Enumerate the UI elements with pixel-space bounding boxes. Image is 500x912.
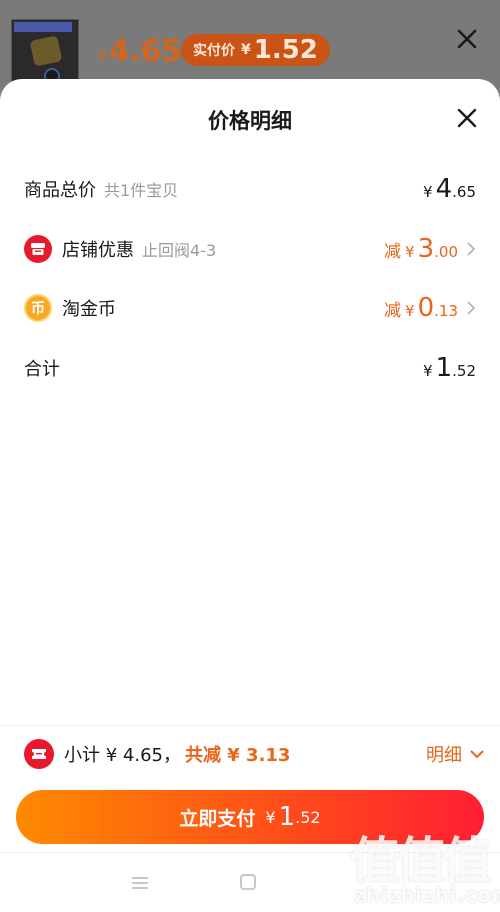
product-header-overlay: ¥4.65 实付价 ¥ 1.52 [0,0,500,90]
price-detail-sheet: 价格明细 商品总价 共1件宝贝 ¥ 4 .65 店铺优惠 止回阀4-3 减 ¥ … [0,79,500,912]
divider [0,725,500,726]
row-amount: ¥ 1 .52 [423,353,476,383]
product-price: ¥4.65 [98,34,182,69]
site-watermark: 值值值 zhizhizhi.com [350,821,500,912]
chevron-right-icon [467,242,476,256]
row-label: 商品总价 [24,180,96,201]
chevron-right-icon [467,301,476,315]
row-sub-label: 止回阀4-3 [142,241,217,260]
row-amount: 减 ¥ 3 .00 [384,234,458,264]
sheet-close-icon[interactable] [455,106,479,130]
row-sum: 合计 ¥ 1 .52 [24,348,476,388]
product-thumbnail [11,19,79,85]
row-label: 淘金币 [62,299,116,320]
total-discount-text: 共减 ¥ 3.13 [184,745,291,766]
chevron-down-icon [470,750,484,759]
row-shop-discount[interactable]: 店铺优惠 止回阀4-3 减 ¥ 3 .00 [24,229,476,269]
watermark-url: zhizhizhi.com [354,883,500,907]
close-icon[interactable] [454,26,480,52]
sheet-title: 价格明细 [208,109,292,133]
summary-bar: 小计 ¥ 4.65， 共减 ¥ 3.13 明细 [24,736,484,772]
row-sub-label: 共1件宝贝 [104,181,179,200]
row-goods-total: 商品总价 共1件宝贝 ¥ 4 .65 [24,169,476,209]
home-icon[interactable] [240,874,256,890]
subtotal-text: 小计 ¥ 4.65， [64,745,181,766]
menu-icon[interactable] [131,876,149,890]
row-label: 店铺优惠 [62,240,134,261]
actual-price-badge: 实付价 ¥ 1.52 [181,34,330,66]
ticket-icon [24,739,54,769]
row-label: 合计 [24,359,60,380]
shop-icon [24,235,52,263]
row-taojinbi[interactable]: 币 淘金币 减 ¥ 0 .13 [24,288,476,328]
row-amount: ¥ 4 .65 [423,174,476,204]
coin-icon: 币 [24,294,52,322]
detail-toggle[interactable]: 明细 [426,741,484,767]
row-amount: 减 ¥ 0 .13 [384,293,458,323]
